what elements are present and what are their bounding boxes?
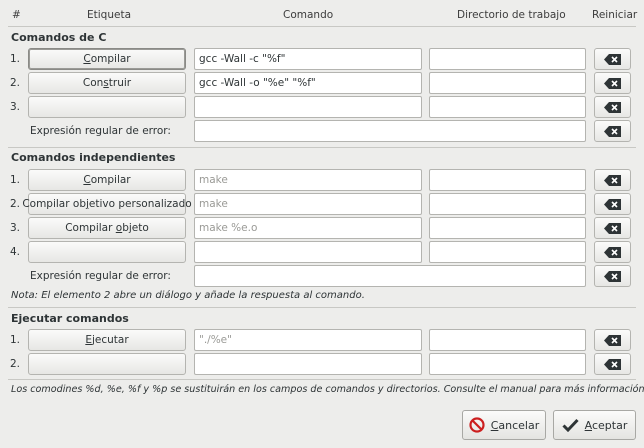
c-compile-workdir-input[interactable] (429, 48, 586, 70)
clear-backspace-icon (603, 246, 621, 258)
c-command-3-button[interactable] (28, 96, 186, 118)
ind-compile-button[interactable]: Compilar (28, 169, 186, 191)
execute-command-2-input[interactable] (194, 353, 422, 375)
ind-regex-label: Expresión regular de error: (30, 270, 171, 282)
c-regex-input[interactable] (194, 120, 586, 142)
header-label: Etiqueta (87, 9, 131, 21)
c-build-button[interactable]: Construir (28, 72, 186, 94)
section-title-execute-commands: Ejecutar comandos (11, 312, 129, 325)
execute-button[interactable]: Ejecutar (28, 329, 186, 351)
ind-command-4-input[interactable] (194, 241, 422, 263)
row-number: 1. (10, 53, 21, 65)
checkmark-icon (562, 418, 579, 432)
clear-backspace-icon (603, 358, 621, 370)
c-build-reset-button[interactable] (594, 72, 631, 94)
c-command-3-input[interactable] (194, 96, 422, 118)
ind-regex-input[interactable] (194, 265, 586, 287)
row-number: 4. (10, 246, 21, 258)
ind-custom-target-reset-button[interactable] (594, 193, 631, 215)
row-number: 3. (10, 222, 21, 234)
header-num: # (12, 9, 21, 21)
ind-custom-target-workdir-input[interactable] (429, 193, 586, 215)
clear-backspace-icon (603, 174, 621, 186)
ind-command-4-reset-button[interactable] (594, 241, 631, 263)
c-regex-label: Expresión regular de error: (30, 125, 171, 137)
ind-command-4-workdir-input[interactable] (429, 241, 586, 263)
execute-workdir-input[interactable] (429, 329, 586, 351)
accept-label: Aceptar (584, 418, 628, 432)
execute-command-2-workdir-input[interactable] (429, 353, 586, 375)
c-command-3-workdir-input[interactable] (429, 96, 586, 118)
clear-backspace-icon (603, 270, 621, 282)
ind-compile-command-input[interactable]: make (194, 169, 422, 191)
button-label: Compilar objetivo personalizado (22, 198, 192, 210)
ind-compile-reset-button[interactable] (594, 169, 631, 191)
execute-command-input[interactable]: "./%e" (194, 329, 422, 351)
ind-regex-reset-button[interactable] (594, 265, 631, 287)
execute-reset-button[interactable] (594, 329, 631, 351)
row-number: 1. (10, 334, 21, 346)
execute-command-2-button[interactable] (28, 353, 186, 375)
button-label: Construir (82, 77, 132, 89)
clear-backspace-icon (603, 77, 621, 89)
row-number: 2. (10, 77, 21, 89)
button-label: Compilar objeto (65, 222, 149, 234)
execute-command-2-reset-button[interactable] (594, 353, 631, 375)
ind-command-4-button[interactable] (28, 241, 186, 263)
ind-compile-object-button[interactable]: Compilar objeto (28, 217, 186, 239)
clear-backspace-icon (603, 101, 621, 113)
c-compile-command-input[interactable]: gcc -Wall -c "%f" (194, 48, 422, 70)
header-reset: Reiniciar (592, 9, 638, 21)
clear-backspace-icon (603, 334, 621, 346)
c-regex-reset-button[interactable] (594, 120, 631, 142)
c-command-3-reset-button[interactable] (594, 96, 631, 118)
button-label: Compilar (83, 174, 131, 186)
c-build-workdir-input[interactable] (429, 72, 586, 94)
row-number: 3. (10, 101, 21, 113)
ind-compile-object-command-input[interactable]: make %e.o (194, 217, 422, 239)
c-build-command-input[interactable]: gcc -Wall -o "%e" "%f" (194, 72, 422, 94)
cancel-label: Cancelar (490, 418, 540, 432)
header-workdir: Directorio de trabajo (457, 9, 566, 21)
clear-backspace-icon (603, 222, 621, 234)
row-number: 2. (10, 358, 21, 370)
independent-note: Nota: El elemento 2 abre un diálogo y añ… (11, 290, 365, 301)
ind-compile-object-reset-button[interactable] (594, 217, 631, 239)
cancel-circle-icon (469, 417, 485, 433)
row-number: 1. (10, 174, 21, 186)
section-title-independent-commands: Comandos independientes (11, 151, 176, 164)
footer-note: Los comodines %d, %e, %f y %p se sustitu… (11, 384, 644, 395)
section-title-c-commands: Comandos de C (11, 31, 107, 44)
clear-backspace-icon (603, 53, 621, 65)
ind-custom-target-button[interactable]: Compilar objetivo personalizado (22, 193, 192, 215)
ind-compile-object-workdir-input[interactable] (429, 217, 586, 239)
section-separator (8, 147, 636, 148)
c-compile-reset-button[interactable] (594, 48, 631, 70)
section-separator (8, 379, 636, 380)
header-separator (8, 26, 636, 27)
c-compile-button[interactable]: Compilar (28, 48, 186, 70)
accept-button[interactable]: Aceptar (553, 410, 636, 440)
ind-custom-target-command-input[interactable]: make (194, 193, 422, 215)
clear-backspace-icon (603, 125, 621, 137)
clear-backspace-icon (603, 198, 621, 210)
button-label: Compilar (83, 53, 131, 65)
ind-compile-workdir-input[interactable] (429, 169, 586, 191)
cancel-button[interactable]: Cancelar (462, 410, 546, 440)
button-label: Ejecutar (85, 334, 129, 346)
header-command: Comando (283, 9, 334, 21)
section-separator (8, 307, 636, 308)
